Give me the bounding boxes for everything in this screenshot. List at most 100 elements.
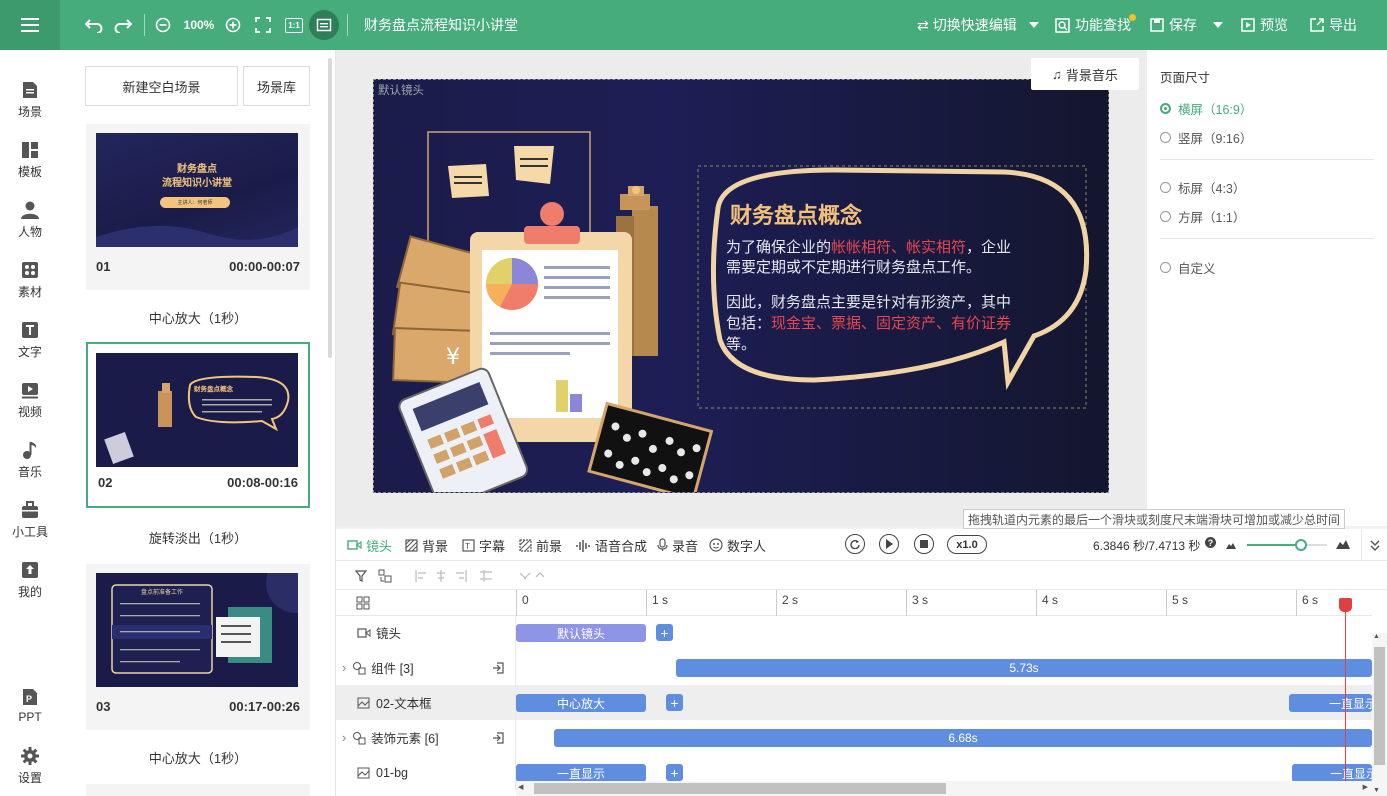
- ungroup-icon[interactable]: [492, 661, 504, 674]
- ratio-icon[interactable]: 1:1: [283, 0, 305, 50]
- scene-transition-3[interactable]: 中心放大（1秒）: [86, 748, 310, 767]
- track-label[interactable]: 02-文本框: [336, 685, 516, 720]
- stage-area: 默认镜头 ¥ 财务盘点概念 为了确保企业的帐帐相符、帐实相符，企业需要定期或不定…: [336, 50, 1147, 526]
- sidebar-item-text[interactable]: 文字: [0, 312, 60, 368]
- sidebar-item-material[interactable]: 素材: [0, 252, 60, 308]
- tab-background[interactable]: 背景: [405, 529, 448, 561]
- track-label[interactable]: 01-bg: [336, 755, 516, 790]
- scroll-thumb[interactable]: [534, 783, 946, 794]
- sidebar-item-ppt[interactable]: P PPT: [0, 678, 60, 734]
- scene-card-2[interactable]: 财务盘点概念 02 00:08-00:16: [86, 342, 310, 508]
- shapes-icon: [353, 661, 366, 674]
- export-button[interactable]: 导出: [1310, 0, 1357, 50]
- size-option-16-9[interactable]: 横屏（16:9）: [1160, 99, 1252, 118]
- track-label[interactable]: › 装饰元素 [6]: [336, 720, 516, 755]
- expand-icon[interactable]: ›: [342, 731, 346, 745]
- timeline-horizontal-scrollbar[interactable]: ◀ ▶: [516, 781, 1372, 796]
- tab-subtitle[interactable]: T 字幕: [462, 529, 505, 561]
- tab-foreground[interactable]: 前景: [519, 529, 562, 561]
- timeline-segment[interactable]: 一直显示: [1289, 694, 1372, 712]
- new-blank-scene-button[interactable]: 新建空白场景: [85, 66, 238, 106]
- timeline-segment[interactable]: 一直显示: [516, 764, 646, 782]
- slide-heading[interactable]: 财务盘点概念: [730, 198, 862, 230]
- scroll-thumb[interactable]: [1374, 647, 1385, 765]
- playback-speed[interactable]: x1.0: [947, 535, 987, 554]
- zoom-out-icon[interactable]: [153, 0, 173, 50]
- tab-record[interactable]: 录音: [657, 529, 698, 561]
- timeline-segment[interactable]: 5.73s: [676, 659, 1372, 677]
- size-option-custom[interactable]: 自定义: [1160, 258, 1216, 277]
- timeline-ruler[interactable]: 0 1 s 2 s 3 s 4 s 5 s 6 s: [336, 590, 1372, 616]
- timeline-vertical-scrollbar[interactable]: ▲ ▼: [1372, 633, 1387, 796]
- stop-icon[interactable]: [914, 534, 934, 554]
- scroll-right-icon[interactable]: ▶: [1363, 783, 1368, 791]
- scroll-up-icon[interactable]: ▲: [1373, 633, 1380, 640]
- redo-icon[interactable]: [111, 0, 135, 50]
- size-option-1-1[interactable]: 方屏（1:1）: [1160, 207, 1245, 226]
- scene-card-1[interactable]: 财务盘点 流程知识小讲堂 主讲人：何老师 01 00:00-00:07: [86, 124, 310, 290]
- size-option-9-16[interactable]: 竖屏（9:16）: [1160, 128, 1252, 147]
- subtitle-toggle-icon[interactable]: [309, 10, 339, 40]
- quick-edit-dropdown-icon[interactable]: [1028, 0, 1040, 50]
- zoom-in-icon[interactable]: [223, 0, 243, 50]
- timeline-segment[interactable]: 6.68s: [554, 729, 1372, 747]
- scroll-left-icon[interactable]: ◀: [518, 783, 523, 791]
- sidebar-item-scene[interactable]: 场景: [0, 72, 60, 128]
- menu-icon[interactable]: [0, 0, 60, 50]
- zoom-large-icon[interactable]: [1336, 539, 1350, 549]
- track-camera: 镜头 默认镜头 +: [336, 615, 1372, 650]
- scene-panel-scrollbar[interactable]: [328, 58, 332, 358]
- collapse-timeline-icon[interactable]: [1361, 529, 1387, 561]
- replay-icon[interactable]: [845, 534, 865, 554]
- preview-button[interactable]: 预览: [1241, 0, 1288, 50]
- timeline-zoom-handle[interactable]: [1295, 539, 1307, 551]
- sidebar-item-music[interactable]: 音乐: [0, 432, 60, 488]
- timeline-segment[interactable]: 默认镜头: [516, 624, 646, 642]
- size-option-4-3[interactable]: 标屏（4:3）: [1160, 178, 1245, 197]
- playhead-handle[interactable]: [1339, 598, 1352, 612]
- timeline-zoom-slider[interactable]: [1247, 539, 1327, 551]
- background-music-button[interactable]: ♫ 背景音乐: [1031, 58, 1139, 90]
- tab-digital-human[interactable]: 数字人: [709, 529, 766, 561]
- timeline-segment[interactable]: 中心放大: [516, 694, 646, 712]
- ppt-icon: P: [23, 689, 37, 705]
- scene-card-3[interactable]: 盘点前准备工作 03 00:17-00:26: [86, 564, 310, 730]
- feature-search-button[interactable]: 功能查找: [1055, 0, 1131, 50]
- slide-paragraph-2[interactable]: 因此，财务盘点主要是针对有形资产，其中包括：现金宝、票据、固定资产、有价证券等。: [726, 292, 1022, 355]
- group-icon[interactable]: [378, 569, 392, 583]
- sidebar-item-video[interactable]: 视频: [0, 372, 60, 428]
- help-icon[interactable]: ?: [1205, 537, 1216, 548]
- sidebar-item-template[interactable]: 模板: [0, 132, 60, 188]
- scroll-down-icon[interactable]: ▼: [1373, 787, 1380, 794]
- timeline-segment[interactable]: 一直显示: [1292, 764, 1372, 782]
- scene-transition-2[interactable]: 旋转淡出（1秒）: [86, 528, 310, 547]
- add-segment-button[interactable]: +: [666, 764, 683, 781]
- fullscreen-icon[interactable]: [253, 0, 273, 50]
- save-button[interactable]: 保存: [1150, 0, 1197, 50]
- document-title[interactable]: 财务盘点流程知识小讲堂: [364, 0, 518, 50]
- sidebar-item-mine[interactable]: 我的: [0, 552, 60, 608]
- sidebar-item-person[interactable]: 人物: [0, 192, 60, 248]
- quick-edit-button[interactable]: ⇄ 切换快速编辑: [917, 0, 1017, 50]
- tab-tts[interactable]: 语音合成: [576, 529, 647, 561]
- save-dropdown-icon[interactable]: [1212, 0, 1224, 50]
- filter-icon[interactable]: [355, 569, 369, 583]
- ungroup-icon[interactable]: [492, 731, 504, 744]
- track-label[interactable]: › 组件 [3]: [336, 650, 516, 685]
- add-segment-button[interactable]: +: [656, 624, 673, 641]
- undo-icon[interactable]: [82, 0, 106, 50]
- slide-paragraph-1[interactable]: 为了确保企业的帐帐相符、帐实相符，企业需要定期或不定期进行财务盘点工作。: [726, 238, 1022, 278]
- add-segment-button[interactable]: +: [666, 694, 683, 711]
- tracks-grid-icon[interactable]: [356, 596, 370, 610]
- scene-card-4-partial[interactable]: [86, 784, 310, 796]
- zoom-small-icon[interactable]: [1226, 541, 1236, 549]
- sidebar-item-settings[interactable]: 设置: [0, 738, 60, 794]
- sidebar-item-toolbox[interactable]: 小工具: [0, 492, 60, 548]
- scene-library-button[interactable]: 场景库: [243, 66, 310, 106]
- expand-icon[interactable]: ›: [342, 661, 346, 675]
- tab-camera[interactable]: 镜头: [347, 529, 392, 561]
- scene-transition-1[interactable]: 中心放大（1秒）: [86, 308, 310, 327]
- track-label[interactable]: 镜头: [336, 615, 516, 650]
- slide-canvas[interactable]: 默认镜头 ¥ 财务盘点概念 为了确保企业的帐帐相符、帐实相符，企业需要定期或不定…: [373, 79, 1109, 493]
- play-icon[interactable]: [879, 534, 899, 554]
